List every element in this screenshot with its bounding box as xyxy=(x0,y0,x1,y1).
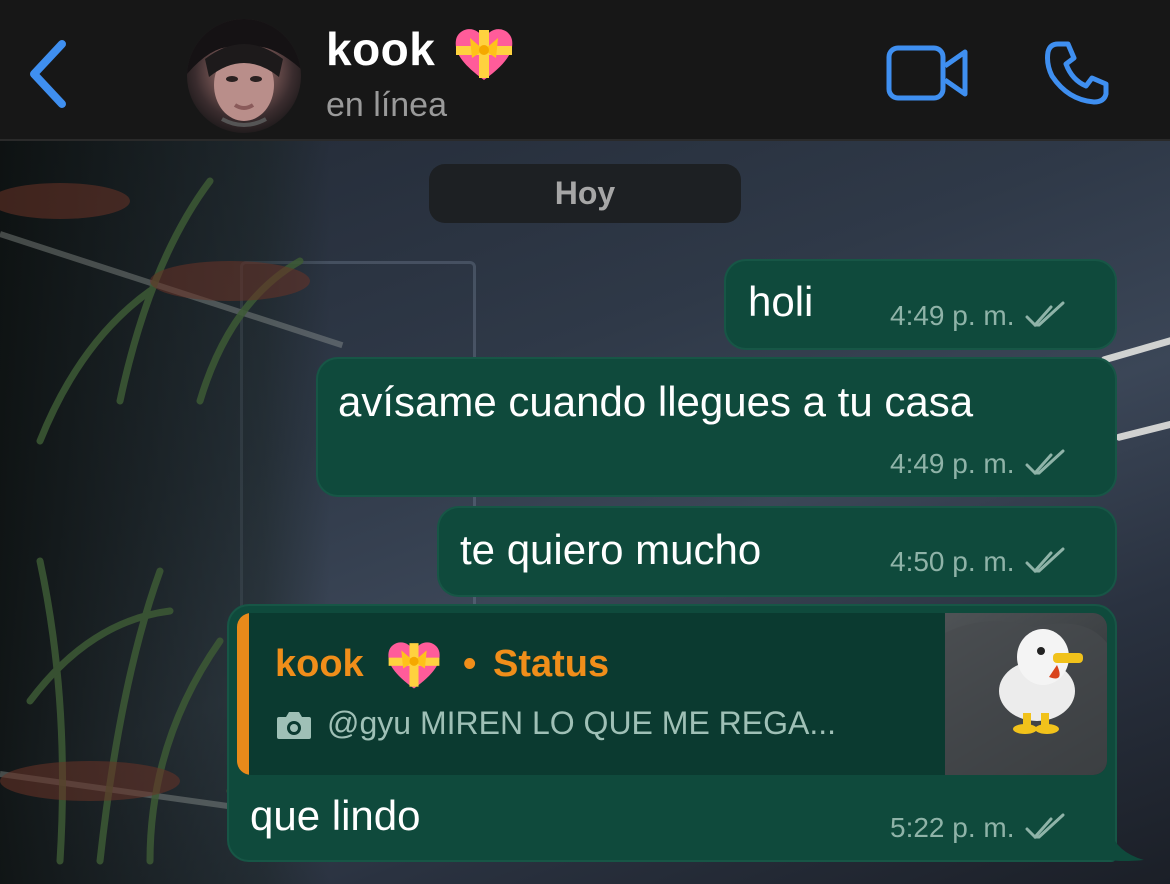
back-button[interactable] xyxy=(22,36,74,112)
message-text: que lindo xyxy=(250,792,421,839)
phone-icon xyxy=(1045,41,1109,105)
chat-header: kook en línea xyxy=(0,0,1170,141)
double-check-icon xyxy=(1025,547,1065,574)
contact-avatar[interactable] xyxy=(187,19,301,133)
heart-with-ribbon-emoji xyxy=(388,642,440,689)
contact-name[interactable]: kook xyxy=(326,22,435,76)
reply-author: kook xyxy=(275,643,364,685)
quoted-status-reply[interactable]: kook • Status @gyu MIREN LO QUE ME REGA.… xyxy=(237,613,1107,775)
voice-call-button[interactable] xyxy=(1044,40,1110,106)
chevron-left-icon xyxy=(30,40,66,108)
double-check-icon xyxy=(1025,301,1065,328)
chat-screen: kook en línea Hoy holi 4:49 p. m. avísam… xyxy=(0,0,1170,884)
double-check-icon xyxy=(1025,449,1065,476)
message-timestamp: 5:22 p. m. xyxy=(890,812,1067,844)
message-timestamp: 4:49 p. m. xyxy=(890,300,1067,332)
heart-with-ribbon-emoji xyxy=(455,29,513,80)
reply-separator: • xyxy=(463,643,477,685)
video-camera-icon xyxy=(886,45,968,101)
reply-kind-label: Status xyxy=(493,643,610,685)
reply-snippet: @gyu MIREN LO QUE ME REGA... xyxy=(327,705,837,741)
camera-icon xyxy=(277,712,311,739)
message-timestamp: 4:50 p. m. xyxy=(890,546,1067,578)
message-timestamp: 4:49 p. m. xyxy=(890,448,1067,480)
date-separator: Hoy xyxy=(429,164,741,223)
message-text: te quiero mucho xyxy=(460,526,762,573)
double-check-icon xyxy=(1025,813,1065,840)
message-text: avísame cuando llegues a tu casa xyxy=(338,378,974,425)
video-call-button[interactable] xyxy=(885,44,969,102)
bubble-tail xyxy=(1110,830,1144,861)
status-thumbnail xyxy=(945,613,1107,775)
contact-status: en línea xyxy=(326,86,447,124)
reply-accent-bar xyxy=(237,613,249,775)
message-text: holi xyxy=(748,278,814,325)
